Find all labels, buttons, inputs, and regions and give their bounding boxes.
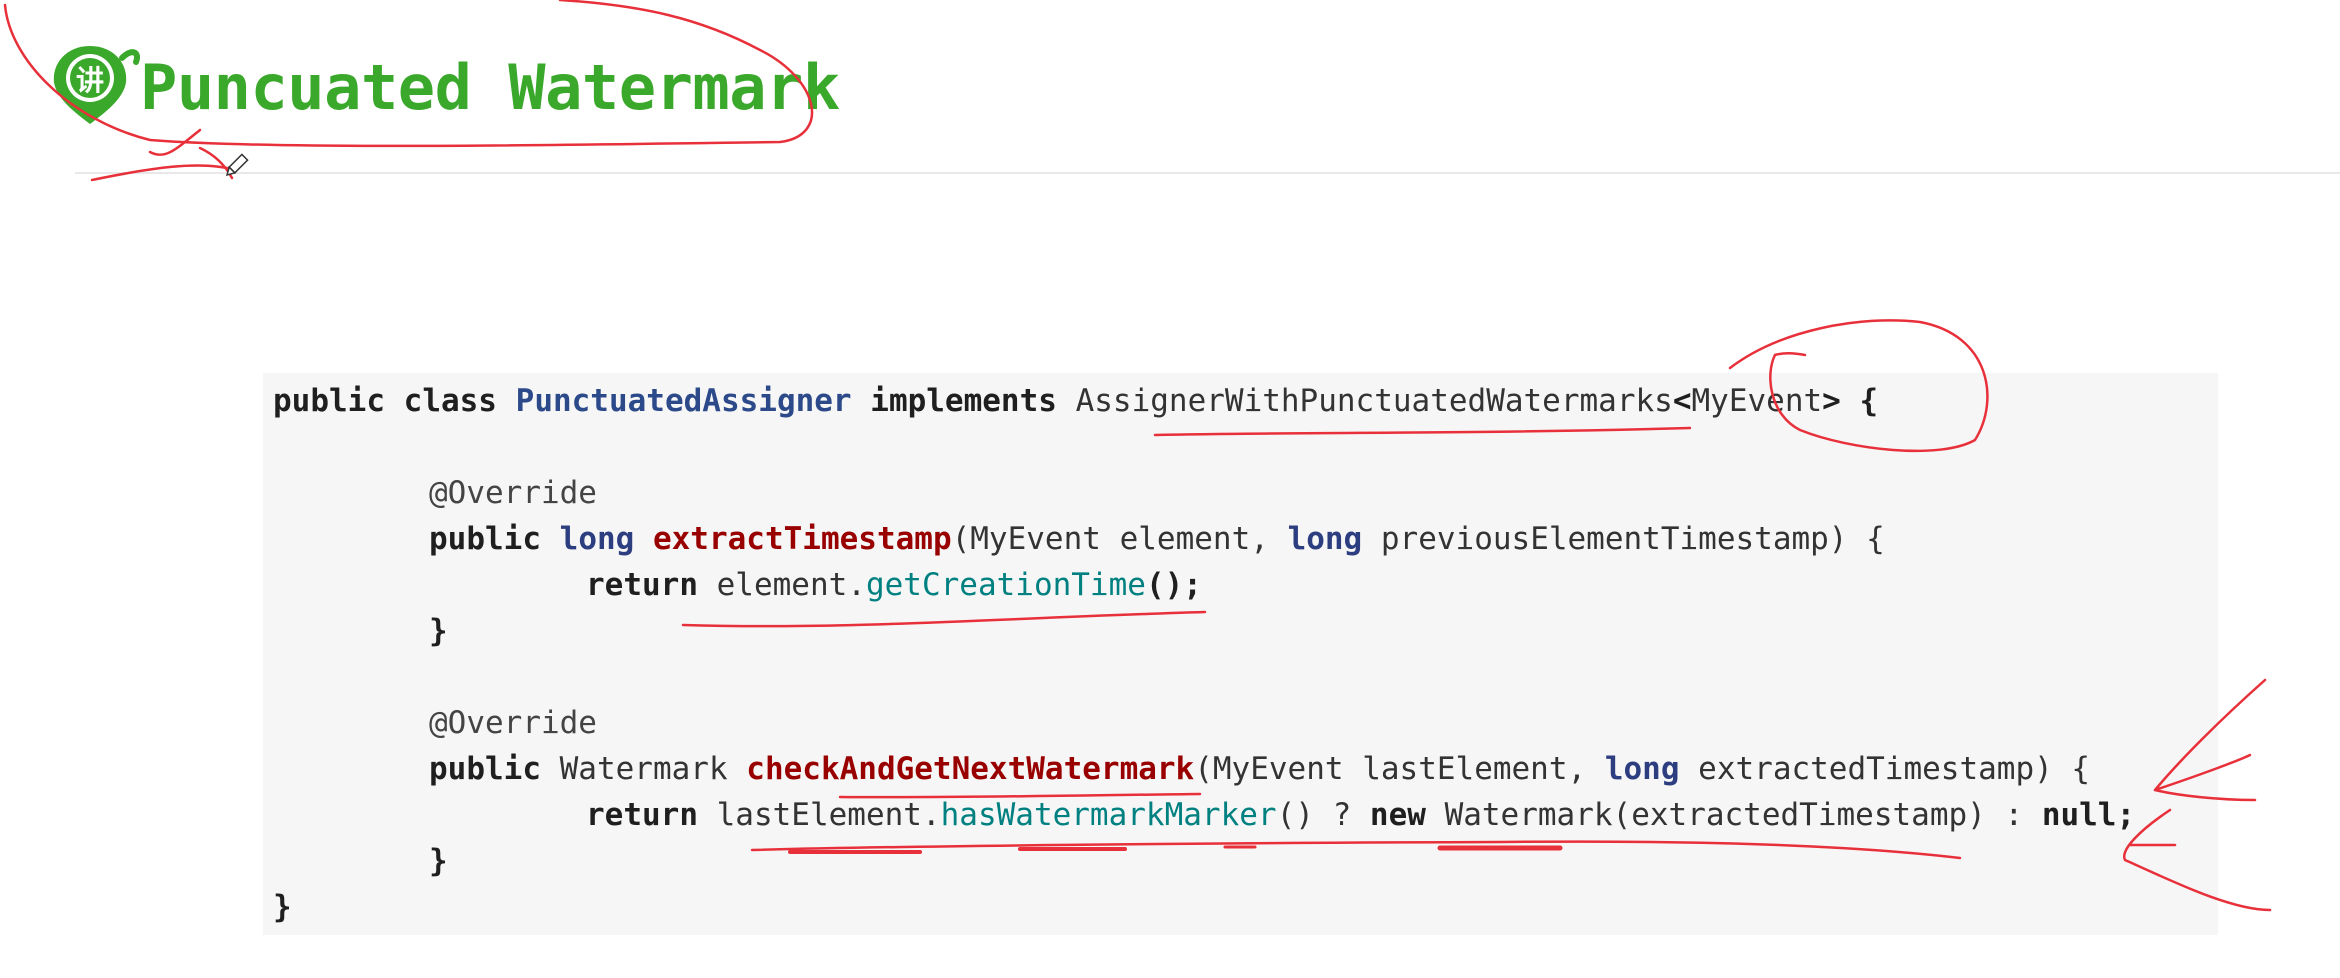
- call-target: lastElement.: [697, 797, 941, 833]
- statement-end: ;: [2116, 797, 2136, 833]
- keyword-public: public: [429, 751, 541, 787]
- watermark-constructor: Watermark(extractedTimestamp) :: [1425, 797, 2042, 833]
- params-part-b: previousElementTimestamp) {: [1362, 521, 1885, 557]
- keyword-return: return: [586, 797, 698, 833]
- generic-open: <: [1672, 383, 1692, 419]
- method-call-get-creation-time: getCreationTime: [865, 567, 1146, 603]
- method-extract-timestamp: extractTimestamp: [652, 521, 952, 557]
- code-line-6: @Override: [429, 700, 597, 746]
- open-brace: {: [1840, 383, 1879, 419]
- code-line-2: @Override: [429, 470, 597, 516]
- keyword-public: public: [273, 383, 385, 419]
- call-target: element.: [697, 567, 866, 603]
- keyword-public: public: [429, 521, 541, 557]
- code-line-9: }: [429, 838, 448, 884]
- params-part-a: (MyEvent lastElement,: [1194, 751, 1605, 787]
- ternary-part: () ?: [1276, 797, 1370, 833]
- code-line-3: public long extractTimestamp(MyEvent ele…: [429, 516, 1885, 562]
- code-line-8: return lastElement.hasWatermarkMarker() …: [586, 792, 2135, 838]
- class-name: PunctuatedAssigner: [515, 383, 852, 419]
- keyword-class: class: [403, 383, 497, 419]
- keyword-implements: implements: [870, 383, 1057, 419]
- keyword-long: long: [1604, 751, 1680, 787]
- close-brace: }: [273, 889, 292, 925]
- pencil-cursor-icon: [225, 153, 249, 177]
- call-end: ();: [1145, 567, 1202, 603]
- code-line-5: }: [429, 608, 448, 654]
- logo-glyph: 讲: [76, 64, 104, 97]
- title-divider: [75, 172, 2340, 174]
- params-part-a: (MyEvent element,: [951, 521, 1288, 557]
- code-line-10: }: [273, 884, 292, 930]
- keyword-long: long: [559, 521, 635, 557]
- page-title: Puncuated Watermark: [140, 51, 840, 124]
- code-line-7: public Watermark checkAndGetNextWatermar…: [429, 746, 2090, 792]
- interface-name: AssignerWithPunctuatedWatermarks: [1075, 383, 1673, 419]
- override-annotation: @Override: [429, 705, 597, 741]
- override-annotation: @Override: [429, 475, 597, 511]
- params-part-b: extractedTimestamp) {: [1679, 751, 2091, 787]
- close-brace: }: [429, 843, 448, 879]
- generic-type: MyEvent: [1691, 383, 1823, 419]
- code-line-1: public class PunctuatedAssigner implemen…: [273, 378, 1878, 424]
- keyword-null: null: [2041, 797, 2117, 833]
- method-call-has-watermark-marker: hasWatermarkMarker: [940, 797, 1277, 833]
- method-check-and-get-next-watermark: checkAndGetNextWatermark: [746, 751, 1195, 787]
- keyword-new: new: [1369, 797, 1426, 833]
- logo: 讲: [44, 40, 144, 130]
- generic-close: >: [1822, 383, 1841, 419]
- keyword-long: long: [1287, 521, 1363, 557]
- logo-tick-annotation: [148, 128, 202, 156]
- return-type: Watermark: [540, 751, 747, 787]
- close-brace: }: [429, 613, 448, 649]
- code-line-4: return element.getCreationTime();: [586, 562, 1202, 608]
- map-pin-icon: 讲: [53, 46, 140, 124]
- code-block: public class PunctuatedAssigner implemen…: [263, 373, 2218, 935]
- keyword-return: return: [586, 567, 698, 603]
